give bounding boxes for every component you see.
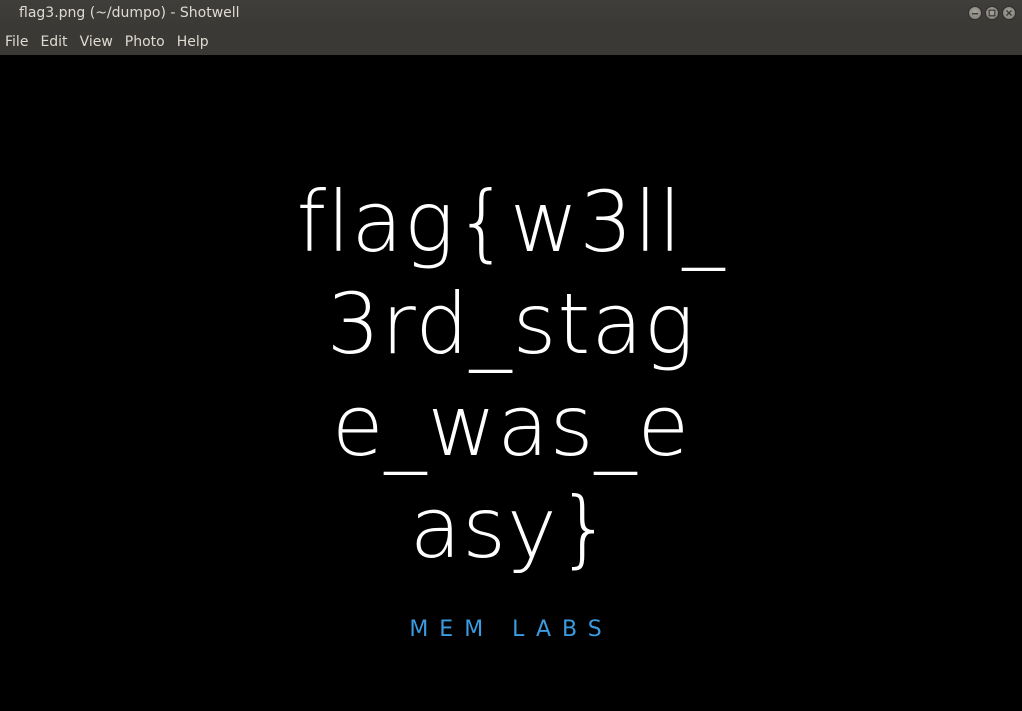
flag-text-line-1: flag{w3ll_: [296, 173, 726, 271]
menu-photo[interactable]: Photo: [119, 29, 171, 55]
flag-text-line-2: 3rd_stag: [326, 275, 696, 373]
window-controls: [968, 6, 1016, 20]
flag-text-line-4: asy}: [409, 479, 613, 577]
menu-help[interactable]: Help: [171, 29, 215, 55]
flag-text-line-3: e_was_e: [331, 377, 691, 475]
photo-viewer[interactable]: flag{w3ll_ 3rd_stag e_was_e asy} MEM LAB…: [0, 55, 1022, 711]
menu-view[interactable]: View: [74, 29, 119, 55]
title-bar[interactable]: flag3.png (~/dumpo) - Shotwell: [0, 0, 1022, 28]
shotwell-window: flag3.png (~/dumpo) - Shotwell File Edit…: [0, 0, 1022, 711]
menu-file[interactable]: File: [0, 29, 34, 55]
photo-image: flag{w3ll_ 3rd_stag e_was_e asy} MEM LAB…: [0, 55, 1022, 711]
menu-bar: File Edit View Photo Help: [0, 28, 1022, 55]
close-icon: [1006, 10, 1012, 16]
maximize-icon: [988, 9, 996, 17]
close-button[interactable]: [1002, 6, 1016, 20]
brand-label: MEM LABS: [409, 617, 613, 642]
minimize-icon: [972, 13, 978, 15]
maximize-button[interactable]: [985, 6, 999, 20]
window-title: flag3.png (~/dumpo) - Shotwell: [19, 5, 240, 21]
menu-edit[interactable]: Edit: [34, 29, 73, 55]
minimize-button[interactable]: [968, 6, 982, 20]
